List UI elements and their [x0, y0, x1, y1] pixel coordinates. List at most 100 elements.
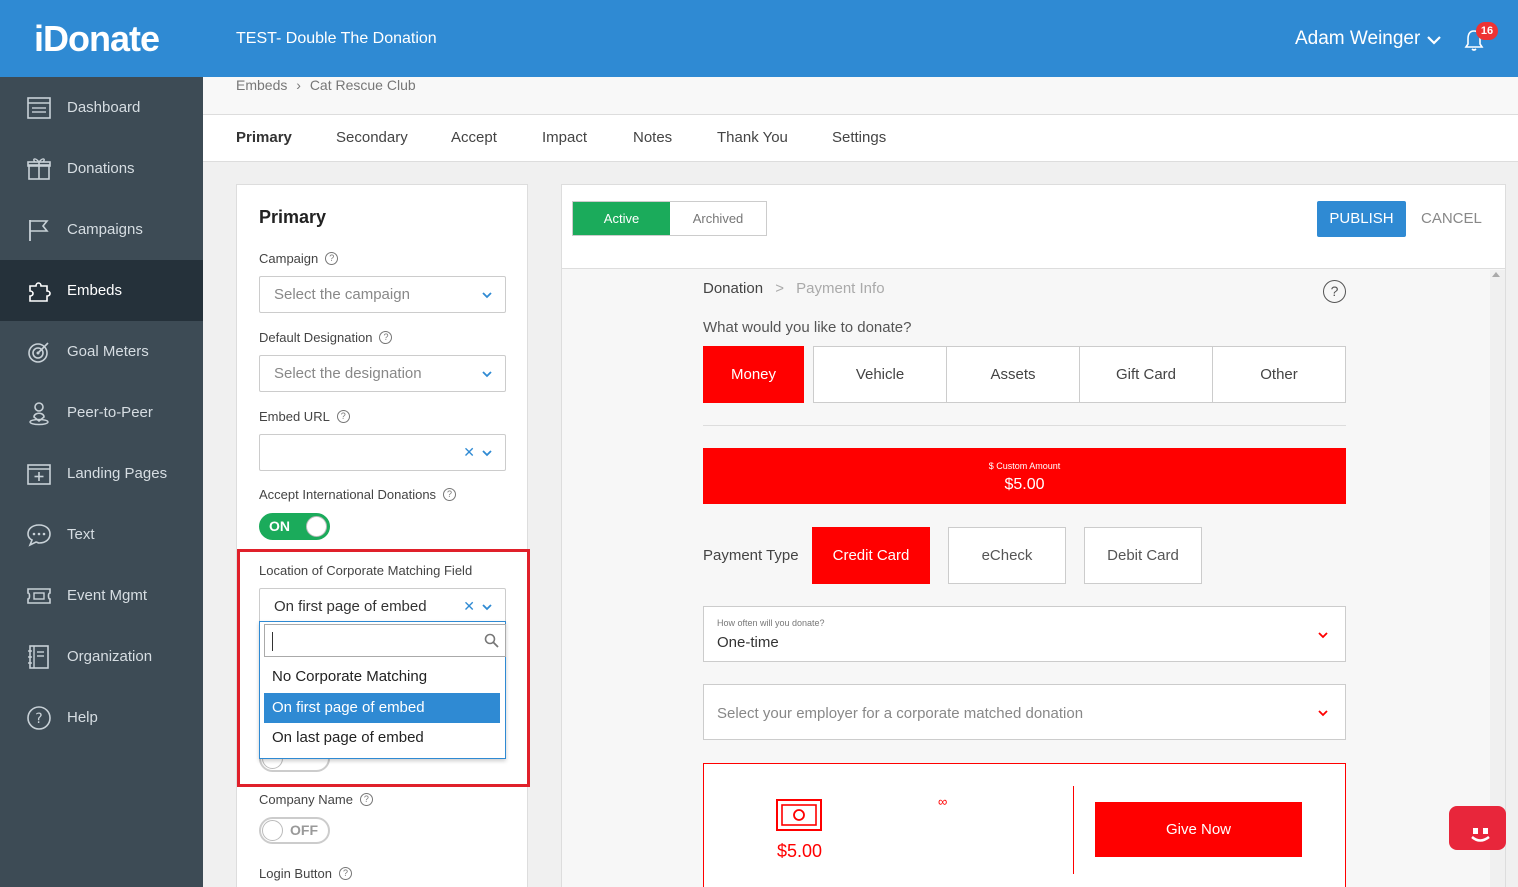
user-name[interactable]: Adam Weinger — [1295, 28, 1420, 50]
international-label: Accept International Donations? — [259, 487, 457, 502]
tab-notes[interactable]: Notes — [633, 129, 672, 146]
tab-thank-you[interactable]: Thank You — [717, 129, 788, 146]
flag-icon — [25, 216, 53, 244]
embed-url-select[interactable]: ✕ — [259, 434, 506, 471]
sidebar-item-landing-pages[interactable]: Landing Pages — [0, 443, 203, 504]
sidebar-item-donations[interactable]: Donations — [0, 138, 203, 199]
payment-credit-card-button[interactable]: Credit Card — [812, 527, 930, 584]
chevron-down-icon — [1318, 710, 1328, 717]
summary-amount: $5.00 — [777, 841, 823, 861]
sidebar-item-label: Goal Meters — [67, 343, 149, 360]
recurring-infinity-icon: ∞ — [938, 794, 948, 809]
help-icon[interactable]: ? — [1323, 280, 1346, 303]
breadcrumb-separator: › — [296, 77, 301, 93]
question-icon[interactable]: ? — [339, 867, 353, 880]
sidebar-item-label: Embeds — [67, 282, 123, 299]
payment-type-label: Payment Type — [703, 547, 799, 564]
sidebar-item-peer-to-peer[interactable]: Peer-to-Peer — [0, 382, 203, 443]
corporate-matching-dropdown: No Corporate Matching On first page of e… — [259, 621, 506, 759]
breadcrumb: Embeds › Cat Rescue Club — [203, 77, 1518, 115]
tab-secondary[interactable]: Secondary — [336, 129, 408, 146]
question-icon[interactable]: ? — [379, 331, 393, 344]
person-pin-icon — [25, 399, 53, 427]
campaign-select[interactable]: Select the campaign — [259, 276, 506, 313]
sidebar-item-dashboard[interactable]: Dashboard — [0, 77, 203, 138]
step-separator: > — [775, 280, 784, 297]
question-icon[interactable]: ? — [325, 252, 339, 265]
preview-scrollbar[interactable] — [1490, 270, 1505, 887]
sidebar-item-goal-meters[interactable]: Goal Meters — [0, 321, 203, 382]
organization-icon — [25, 643, 53, 671]
custom-amount-value: $5.00 — [1004, 476, 1045, 493]
campaign-label: Campaign? — [259, 251, 339, 266]
donation-type-gift-card[interactable]: Gift Card — [1079, 346, 1213, 403]
idonate-logo[interactable]: iDonate — [34, 18, 160, 60]
payment-debit-card-button[interactable]: Debit Card — [1084, 527, 1202, 584]
sidebar-item-event-mgmt[interactable]: Event Mgmt — [0, 565, 203, 626]
donation-type-assets[interactable]: Assets — [946, 346, 1080, 403]
sidebar-item-campaigns[interactable]: Campaigns — [0, 199, 203, 260]
chevron-down-icon — [482, 371, 492, 378]
publish-button[interactable]: PUBLISH — [1317, 201, 1406, 237]
summary-divider — [1073, 786, 1074, 874]
donation-type-money[interactable]: Money — [703, 346, 804, 403]
custom-amount-label: $ Custom Amount — [988, 461, 1061, 471]
tab-settings[interactable]: Settings — [832, 129, 886, 146]
login-button-label: Login Button? — [259, 866, 353, 881]
designation-select[interactable]: Select the designation — [259, 355, 506, 392]
sidebar-item-label: Help — [67, 709, 98, 726]
smiley-face-icon — [1471, 828, 1490, 842]
custom-amount-field[interactable]: $ Custom Amount $5.00 — [703, 448, 1346, 504]
donation-type-other[interactable]: Other — [1212, 346, 1346, 403]
dropdown-option-last-page[interactable]: On last page of embed — [264, 723, 500, 753]
dropdown-search-input[interactable] — [264, 624, 506, 657]
dropdown-option-first-page[interactable]: On first page of embed — [264, 693, 500, 723]
breadcrumb-parent[interactable]: Embeds — [236, 77, 287, 93]
active-button[interactable]: Active — [573, 202, 670, 235]
company-name-toggle[interactable]: OFF — [259, 817, 330, 844]
chat-widget[interactable] — [1449, 806, 1506, 850]
gift-icon — [25, 155, 53, 183]
tab-primary[interactable]: Primary — [236, 129, 292, 146]
employer-select[interactable]: Select your employer for a corporate mat… — [703, 684, 1346, 740]
give-now-button[interactable]: Give Now — [1095, 802, 1302, 857]
target-icon — [25, 338, 53, 366]
toggle-knob — [306, 516, 327, 537]
help-icon: ? — [25, 704, 53, 732]
sidebar-item-organization[interactable]: Organization — [0, 626, 203, 687]
sidebar-item-label: Peer-to-Peer — [67, 404, 153, 421]
payment-echeck-button[interactable]: eCheck — [948, 527, 1066, 584]
search-icon — [484, 633, 499, 648]
question-icon[interactable]: ? — [359, 793, 373, 806]
tab-accept[interactable]: Accept — [451, 129, 497, 146]
sidebar-item-label: Campaigns — [67, 221, 143, 238]
form-step-breadcrumb: Donation > Payment Info — [703, 280, 885, 297]
status-segmented-control: Active Archived — [572, 201, 767, 236]
question-icon[interactable]: ? — [443, 488, 457, 501]
landing-page-icon — [25, 460, 53, 488]
step-donation[interactable]: Donation — [703, 280, 763, 297]
cancel-button[interactable]: CANCEL — [1421, 210, 1482, 227]
question-icon[interactable]: ? — [336, 410, 350, 423]
divider — [703, 425, 1346, 426]
sidebar-item-embeds[interactable]: Embeds — [0, 260, 203, 321]
scroll-up-arrow-icon[interactable] — [1492, 272, 1500, 277]
chevron-down-icon[interactable] — [1424, 30, 1444, 50]
employer-placeholder: Select your employer for a corporate mat… — [717, 705, 1084, 722]
frequency-value: One-time — [717, 634, 779, 651]
sidebar-item-help[interactable]: ? Help — [0, 687, 203, 748]
archived-button[interactable]: Archived — [670, 202, 766, 235]
chevron-down-icon — [1318, 632, 1328, 639]
clear-icon[interactable]: ✕ — [463, 435, 475, 470]
sidebar-item-text[interactable]: Text — [0, 504, 203, 565]
step-payment-info[interactable]: Payment Info — [796, 280, 884, 297]
sidebar-item-label: Organization — [67, 648, 153, 665]
donation-type-vehicle[interactable]: Vehicle — [813, 346, 947, 403]
frequency-select[interactable]: How often will you donate? One-time — [703, 606, 1346, 662]
sidebar: Dashboard Donations Campaigns Embeds Goa… — [0, 77, 203, 887]
panel-title: Primary — [259, 207, 327, 227]
tab-impact[interactable]: Impact — [542, 129, 587, 146]
company-name-label: Company Name? — [259, 792, 373, 807]
dropdown-option-no-matching[interactable]: No Corporate Matching — [264, 662, 500, 692]
international-toggle[interactable]: ON — [259, 513, 330, 540]
